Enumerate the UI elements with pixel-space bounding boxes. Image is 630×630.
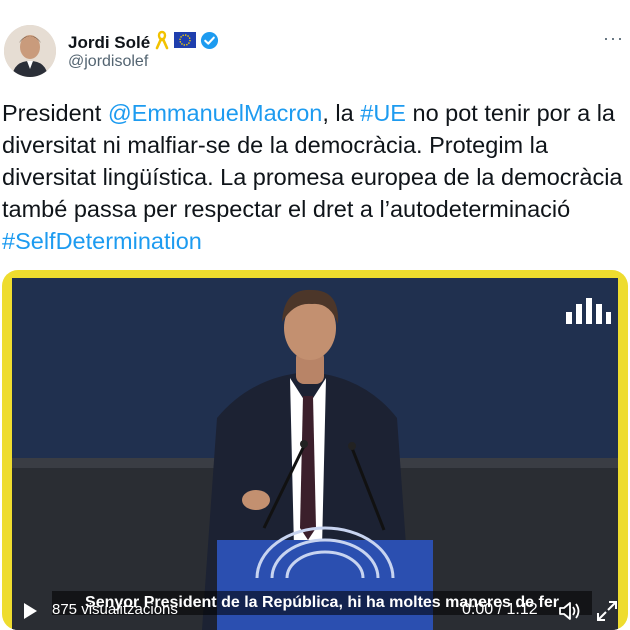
- author-handle[interactable]: @jordisolef: [68, 53, 148, 71]
- video-time: 0:00 / 1:12: [462, 601, 538, 618]
- avatar-image: [4, 25, 56, 77]
- hashtag-link[interactable]: #SelfDetermination: [2, 228, 202, 254]
- verified-badge-icon: [200, 31, 219, 55]
- fullscreen-icon[interactable]: [596, 600, 618, 622]
- view-count: 875 visualitzacions: [52, 601, 178, 618]
- video-controls: 875 visualitzacions 0:00 / 1:12: [12, 592, 618, 630]
- play-icon[interactable]: [20, 601, 40, 621]
- eu-flag-icon: [174, 32, 197, 53]
- name-row: Jordi Solé: [68, 30, 219, 55]
- author-name[interactable]: Jordi Solé: [68, 33, 150, 53]
- channel-logo-icon: [566, 298, 611, 324]
- tweet-header: Jordi Solé @jordisolef ···: [0, 0, 630, 90]
- mention-link[interactable]: @EmmanuelMacron: [108, 100, 323, 126]
- video-frame: [12, 278, 618, 630]
- more-options-icon[interactable]: ···: [603, 28, 624, 49]
- volume-muted-icon[interactable]: [558, 600, 582, 622]
- avatar[interactable]: [4, 25, 56, 77]
- hashtag-link[interactable]: #UE: [360, 100, 406, 126]
- tweet-text-segment: President: [2, 100, 108, 126]
- tweet-text-segment: , la: [322, 100, 361, 126]
- video-player[interactable]: Senyor President de la República, hi ha …: [12, 278, 618, 630]
- tweet-text: President @EmmanuelMacron, la #UE no pot…: [2, 97, 628, 257]
- yellow-ribbon-icon: [154, 30, 170, 55]
- video-card[interactable]: Senyor President de la República, hi ha …: [2, 270, 628, 630]
